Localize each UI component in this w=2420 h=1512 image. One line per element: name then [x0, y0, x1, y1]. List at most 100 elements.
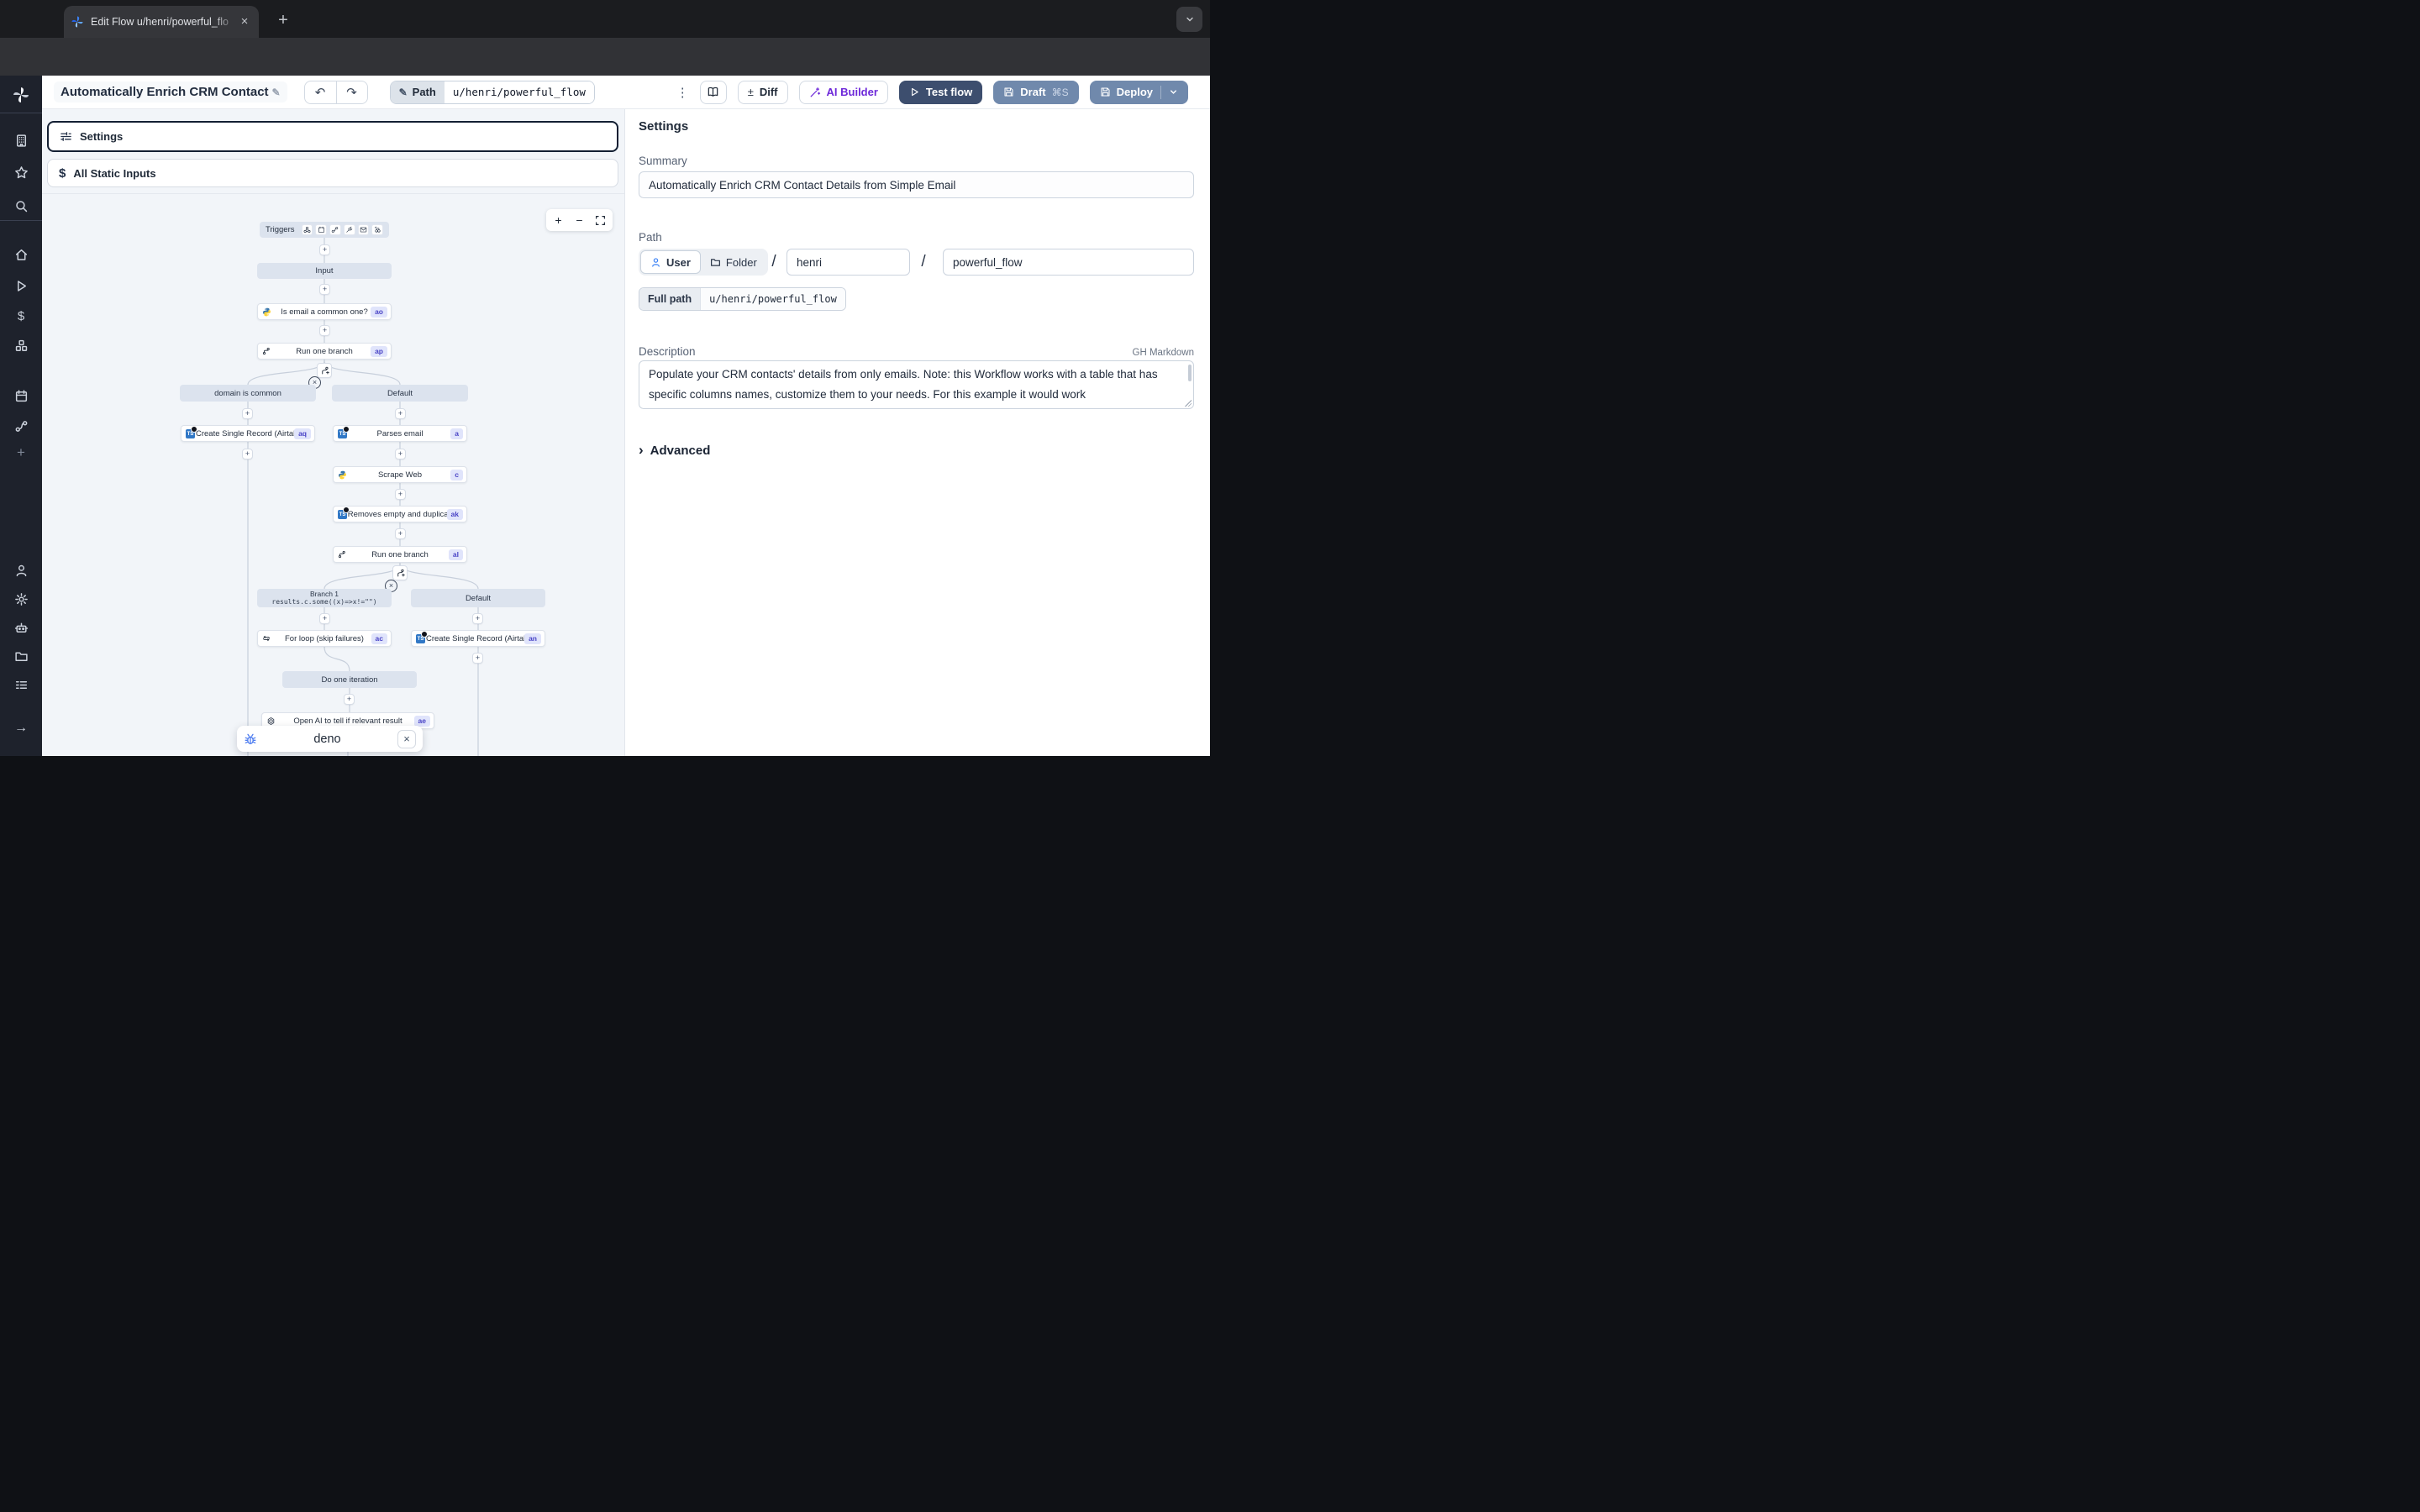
deploy-button[interactable]: Deploy [1090, 81, 1188, 104]
flow-node-input[interactable]: Input [257, 263, 392, 279]
folder-toggle[interactable]: Folder [701, 250, 766, 274]
redo-button[interactable]: ↷ [336, 81, 367, 103]
screen: Edit Flow u/henri/powerful_flo × + ← → a… [0, 0, 1210, 756]
add-step-button[interactable]: + [472, 653, 483, 664]
sidebar-item-favorites[interactable] [0, 160, 42, 185]
sidebar-item-settings[interactable] [0, 586, 42, 612]
path-pill[interactable]: ✎ Path u/henri/powerful_flow [390, 81, 595, 104]
sidebar-item-workspace[interactable] [0, 128, 42, 153]
sidebar-item-resources[interactable] [0, 333, 42, 358]
save-icon [1003, 87, 1014, 97]
sidebar-item-schedules[interactable] [0, 383, 42, 408]
add-step-button[interactable]: + [319, 613, 330, 624]
markdown-hint: GH Markdown [1133, 348, 1195, 358]
browser-tab[interactable]: Edit Flow u/henri/powerful_flo × [64, 6, 259, 38]
summary-label: Summary [639, 155, 687, 167]
step-id-badge: c [450, 470, 463, 480]
sidebar-item-search[interactable] [0, 193, 42, 218]
sidebar-item-workers[interactable] [0, 615, 42, 640]
fit-view-button[interactable] [590, 211, 611, 229]
typescript-deno-icon: TS [338, 510, 347, 519]
schedule-trigger-icon[interactable] [315, 224, 327, 235]
owner-input[interactable]: henri [786, 249, 910, 276]
tab-search-chevron-icon[interactable] [1176, 7, 1202, 32]
add-step-button[interactable]: + [395, 408, 406, 419]
static-inputs-card-label: All Static Inputs [73, 167, 155, 180]
sidebar-item-logs[interactable] [0, 672, 42, 697]
flow-graph-canvas[interactable]: + − Triggers + + + + + + [42, 193, 624, 756]
undo-button[interactable]: ↶ [305, 81, 336, 103]
add-step-button[interactable]: + [319, 284, 330, 295]
sidebar-item-users[interactable] [0, 558, 42, 583]
path-section-label: Path [639, 231, 662, 244]
draft-button[interactable]: Draft ⌘S [993, 81, 1078, 104]
add-step-button[interactable]: + [242, 449, 253, 459]
windmill-logo[interactable] [0, 82, 42, 108]
webhook-trigger-icon[interactable] [302, 224, 313, 235]
branch-header-default2[interactable]: Default [411, 589, 545, 607]
sidebar-item-routes[interactable] [0, 413, 42, 438]
add-step-button[interactable]: + [319, 325, 330, 336]
bug-icon [244, 732, 257, 746]
ai-builder-button[interactable]: AI Builder [799, 81, 888, 104]
test-flow-button[interactable]: Test flow [899, 81, 982, 104]
settings-card[interactable]: Settings [47, 121, 618, 152]
add-step-button[interactable]: + [344, 694, 355, 705]
all-static-inputs-card[interactable]: $ All Static Inputs [47, 159, 618, 187]
deploy-dropdown-chevron[interactable] [1160, 86, 1178, 99]
flow-node-aq[interactable]: TS Create Single Record (Airtable) aq [181, 425, 315, 442]
close-icon[interactable]: × [397, 730, 416, 748]
add-step-button[interactable]: + [395, 449, 406, 459]
flow-node-a[interactable]: TS Parses email a [333, 425, 467, 442]
sidebar-item-runs[interactable] [0, 273, 42, 298]
textarea-scrollbar[interactable] [1188, 365, 1192, 381]
advanced-section-toggle[interactable]: › Advanced [639, 442, 710, 459]
sidebar-expand-arrow-icon[interactable]: → [0, 716, 42, 741]
docs-book-button[interactable] [700, 81, 727, 104]
sidebar-item-add[interactable]: + [0, 440, 42, 465]
add-step-button[interactable]: + [395, 528, 406, 539]
deno-debug-popup[interactable]: deno × [237, 726, 423, 752]
branch-header-domain-is-common[interactable]: domain is common [180, 385, 316, 402]
zoom-in-button[interactable]: + [548, 211, 569, 229]
flow-node-ac[interactable]: For loop (skip failures) ac [257, 630, 392, 647]
user-toggle[interactable]: User [640, 250, 701, 274]
flow-node-do-one-iteration[interactable]: Do one iteration [282, 671, 417, 688]
new-tab-button[interactable]: + [271, 8, 296, 34]
tab-close-icon[interactable]: × [237, 14, 252, 29]
branch-header-default[interactable]: Default [332, 385, 468, 402]
add-step-button[interactable]: + [395, 489, 406, 500]
add-branch-button[interactable] [317, 363, 332, 378]
add-branch-button[interactable] [392, 565, 408, 580]
description-textarea[interactable]: Populate your CRM contacts' details from… [639, 360, 1194, 409]
route-trigger-icon[interactable] [329, 224, 341, 235]
sidebar-rail: $ + → [0, 76, 42, 756]
flow-node-ao[interactable]: Is email a common one? ao [257, 303, 392, 320]
flow-node-al[interactable]: Run one branch al [333, 546, 467, 563]
add-step-button[interactable]: + [319, 244, 330, 255]
rail-divider [0, 220, 42, 221]
triggers-label: Triggers [266, 225, 295, 234]
triggers-node[interactable]: Triggers [260, 222, 389, 238]
flow-node-c[interactable]: Scrape Web c [333, 466, 467, 483]
scheduled-poll-trigger-icon[interactable] [371, 224, 383, 235]
flow-node-ak[interactable]: TS Removes empty and duplicates ak [333, 506, 467, 522]
branch-header-branch1[interactable]: Branch 1 results.c.some((x)=>x!="") [257, 589, 392, 607]
zoom-out-button[interactable]: − [569, 211, 590, 229]
kafka-trigger-icon[interactable] [344, 224, 355, 235]
email-trigger-icon[interactable] [358, 224, 370, 235]
sidebar-item-variables[interactable]: $ [0, 303, 42, 328]
sidebar-item-folders[interactable] [0, 643, 42, 669]
flow-node-ap[interactable]: Run one branch ap [257, 343, 392, 360]
more-options-icon[interactable]: ⋮ [676, 85, 689, 100]
summary-input[interactable]: Automatically Enrich CRM Contact Details… [639, 171, 1194, 198]
flow-node-an[interactable]: TS Create Single Record (Airtable) an [411, 630, 545, 647]
flow-name-input[interactable]: powerful_flow [943, 249, 1194, 276]
add-step-button[interactable]: + [472, 613, 483, 624]
flow-title-field[interactable]: Automatically Enrich CRM Contact ✎ [54, 81, 287, 102]
save-icon [1100, 87, 1111, 97]
sidebar-item-home[interactable] [0, 242, 42, 267]
add-step-button[interactable]: + [242, 408, 253, 419]
diff-button[interactable]: ± Diff [738, 81, 788, 104]
resize-handle[interactable] [1185, 400, 1192, 407]
